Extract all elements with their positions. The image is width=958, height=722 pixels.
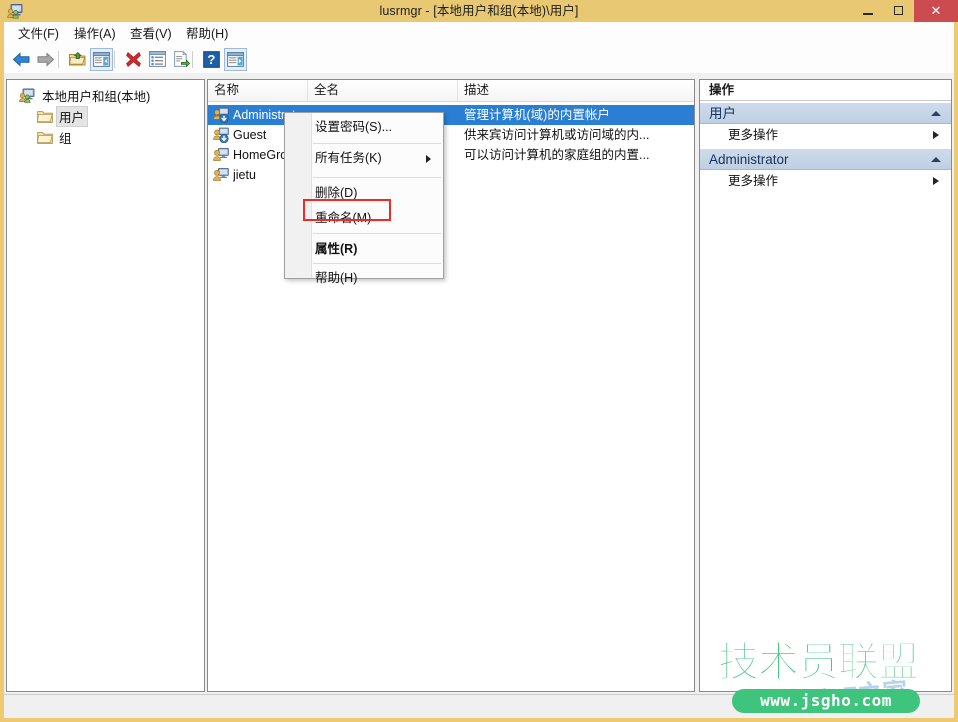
cell-description xyxy=(464,165,692,185)
table-row[interactable]: HomeGroupUser$ 可以访问计算机的家庭组的内置... xyxy=(208,145,694,165)
table-row[interactable]: jietu xyxy=(208,165,694,185)
folder-icon xyxy=(37,110,53,124)
context-menu-item-label: 重命名(M) xyxy=(315,206,371,231)
maximize-button[interactable] xyxy=(883,0,914,22)
context-menu-separator xyxy=(313,177,441,178)
export-list-button[interactable] xyxy=(170,48,193,71)
computer-users-icon xyxy=(7,3,24,19)
delete-button[interactable] xyxy=(122,48,145,71)
user-account-icon xyxy=(213,147,229,163)
actions-group-title: 用户 xyxy=(709,103,736,124)
actions-group-title: Administrator xyxy=(709,149,789,170)
properties-icon xyxy=(149,51,166,67)
console-tree-pane[interactable]: 本地用户和组(本地) 用户 组 xyxy=(6,79,205,692)
title-bar[interactable]: lusrmgr - [本地用户和组(本地)\用户] ✕ xyxy=(0,0,958,22)
context-menu-item-set-password[interactable]: 设置密码(S)... xyxy=(285,115,443,140)
submenu-arrow-icon xyxy=(426,155,431,163)
export-list-icon xyxy=(173,51,190,67)
actions-group-header-administrator[interactable]: Administrator xyxy=(700,148,951,170)
user-account-icon xyxy=(213,107,229,123)
context-menu-item-label: 所有任务(K) xyxy=(315,146,382,171)
menu-file[interactable]: 文件(F) xyxy=(12,22,65,46)
context-menu-item-properties[interactable]: 属性(R) xyxy=(285,237,443,262)
toolbar: ? xyxy=(4,46,954,74)
menu-help[interactable]: 帮助(H) xyxy=(180,22,234,46)
chevron-up-icon xyxy=(931,111,941,116)
minimize-icon xyxy=(863,13,873,15)
action-item-more-actions-administrator[interactable]: 更多操作 xyxy=(700,171,951,192)
maximize-icon xyxy=(894,6,903,15)
context-menu-item-label: 设置密码(S)... xyxy=(315,115,392,140)
toolbar-separator xyxy=(192,51,193,68)
show-action-pane-icon xyxy=(227,52,244,67)
chevron-right-icon xyxy=(933,131,939,139)
action-item-label: 更多操作 xyxy=(728,125,778,146)
action-item-label: 更多操作 xyxy=(728,171,778,192)
folder-icon xyxy=(37,131,53,145)
back-arrow-icon xyxy=(12,52,31,67)
column-header-name[interactable]: 名称 xyxy=(208,80,308,101)
tree-node-label: 组 xyxy=(56,127,76,148)
column-header-fullname[interactable]: 全名 xyxy=(308,80,458,101)
menu-action[interactable]: 操作(A) xyxy=(68,22,122,46)
context-menu-item-label: 属性(R) xyxy=(315,237,357,262)
toolbar-separator xyxy=(58,51,59,68)
toolbar-separator xyxy=(114,51,115,68)
cell-description: 管理计算机(域)的内置帐户 xyxy=(464,105,692,125)
close-button[interactable]: ✕ xyxy=(914,0,958,22)
actions-pane[interactable]: 操作 用户 更多操作 Administrator 更多操作 xyxy=(699,79,952,692)
action-item-more-actions-users[interactable]: 更多操作 xyxy=(700,125,951,146)
list-column-header: 名称 全名 描述 xyxy=(208,80,694,102)
user-account-icon xyxy=(213,127,229,143)
chevron-up-icon xyxy=(931,157,941,162)
actions-pane-title: 操作 xyxy=(700,80,951,101)
user-account-icon xyxy=(213,167,229,183)
actions-group-header-users[interactable]: 用户 xyxy=(700,102,951,124)
svg-text:?: ? xyxy=(207,52,215,67)
tree-node-root[interactable]: 本地用户和组(本地) xyxy=(19,86,154,105)
forward-arrow-icon xyxy=(36,52,55,67)
context-menu-separator xyxy=(313,263,441,264)
properties-button[interactable] xyxy=(146,48,169,71)
folder-up-icon xyxy=(69,52,86,67)
application-window: lusrmgr - [本地用户和组(本地)\用户] ✕ 文件(F) 操作(A) … xyxy=(0,0,958,722)
tree-node-label: 用户 xyxy=(56,106,88,127)
chevron-right-icon xyxy=(933,177,939,185)
show-console-tree-button[interactable] xyxy=(90,48,113,71)
context-menu-item-delete[interactable]: 删除(D) xyxy=(285,181,443,206)
up-one-level-button[interactable] xyxy=(66,48,89,71)
context-menu-item-rename[interactable]: 重命名(M) xyxy=(285,206,443,231)
context-menu-separator xyxy=(313,233,441,234)
delete-x-icon xyxy=(126,52,141,67)
table-row[interactable]: Guest 供来宾访问计算机或访问域的内... xyxy=(208,125,694,145)
tree-node-label: 本地用户和组(本地) xyxy=(39,85,154,106)
computer-users-icon xyxy=(19,88,36,103)
help-button[interactable]: ? xyxy=(200,48,223,71)
context-menu[interactable]: 设置密码(S)... 所有任务(K) 删除(D) 重命名(M) 属性(R) 帮助… xyxy=(284,112,444,279)
menu-view[interactable]: 查看(V) xyxy=(124,22,178,46)
close-icon: ✕ xyxy=(914,0,958,22)
cell-description: 可以访问计算机的家庭组的内置... xyxy=(464,145,692,165)
context-menu-item-label: 删除(D) xyxy=(315,181,357,206)
show-console-tree-icon xyxy=(93,52,110,67)
table-row[interactable]: Administrator 管理计算机(域)的内置帐户 xyxy=(208,105,694,125)
minimize-button[interactable] xyxy=(852,0,883,22)
column-header-description[interactable]: 描述 xyxy=(458,80,694,101)
context-menu-item-all-tasks[interactable]: 所有任务(K) xyxy=(285,146,443,171)
help-question-icon: ? xyxy=(203,51,220,68)
forward-button[interactable] xyxy=(34,48,57,71)
context-menu-item-help[interactable]: 帮助(H) xyxy=(285,266,443,291)
tree-node-users[interactable]: 用户 xyxy=(37,107,88,126)
context-menu-item-label: 帮助(H) xyxy=(315,266,357,291)
menu-bar: 文件(F) 操作(A) 查看(V) 帮助(H) xyxy=(4,22,954,46)
status-bar xyxy=(4,694,954,714)
users-list-pane[interactable]: 名称 全名 描述 Administrator 管理计算机(域)的内置帐户 xyxy=(207,79,695,692)
show-action-pane-button[interactable] xyxy=(224,48,247,71)
window-title: lusrmgr - [本地用户和组(本地)\用户] xyxy=(0,2,958,20)
back-button[interactable] xyxy=(10,48,33,71)
context-menu-separator xyxy=(313,143,441,144)
cell-description: 供来宾访问计算机或访问域的内... xyxy=(464,125,692,145)
tree-node-groups[interactable]: 组 xyxy=(37,128,76,147)
